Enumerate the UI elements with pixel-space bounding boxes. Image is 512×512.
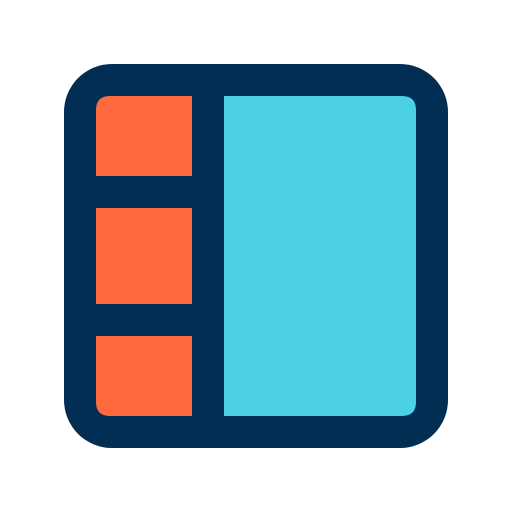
sidebar-layout-icon xyxy=(64,64,448,448)
icon-canvas xyxy=(0,0,512,512)
sidebar-cell-top xyxy=(96,96,192,176)
sidebar-cell-bottom xyxy=(96,336,192,416)
main-panel-shape xyxy=(224,96,416,416)
sidebar-cell-middle xyxy=(96,208,192,304)
